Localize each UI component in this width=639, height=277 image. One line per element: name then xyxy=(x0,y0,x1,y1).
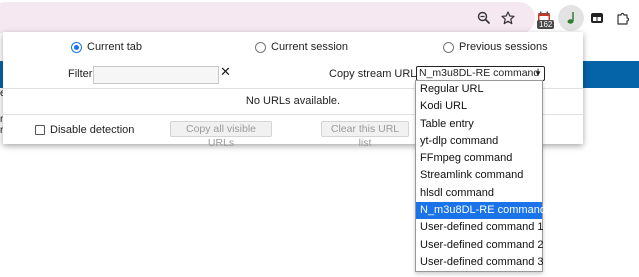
dropdown-option[interactable]: User-defined command 1 xyxy=(416,219,544,236)
address-bar[interactable] xyxy=(0,2,535,34)
dropdown-option[interactable]: yt-dlp command xyxy=(416,133,542,150)
radio-button[interactable] xyxy=(71,41,82,53)
disable-detection-checkbox[interactable] xyxy=(35,125,45,135)
radio-current-session[interactable]: Current session xyxy=(255,41,348,53)
bookmark-star-icon[interactable] xyxy=(498,8,518,28)
radio-current-tab[interactable]: Current tab xyxy=(71,41,142,53)
radio-label: Current tab xyxy=(87,41,143,53)
extensions-puzzle-icon[interactable] xyxy=(613,8,633,28)
radio-previous-sessions[interactable]: Previous sessions xyxy=(443,41,548,53)
dropdown-option[interactable]: hlsdl command xyxy=(416,185,542,202)
dropdown-option[interactable]: Streamlink command xyxy=(416,167,542,184)
dropdown-option[interactable]: User-defined command 2 xyxy=(416,237,544,254)
disable-detection-toggle[interactable]: Disable detection xyxy=(35,124,134,136)
radio-label: Current session xyxy=(271,41,349,53)
dropdown-option[interactable]: Kodi URL xyxy=(416,98,542,115)
dropdown-option-selected[interactable]: N_m3u8DL-RE command xyxy=(416,202,546,220)
dropdown-option[interactable]: Regular URL xyxy=(416,81,542,98)
copy-all-urls-button[interactable]: Copy all visible URLs xyxy=(170,121,272,149)
radio-label: Previous sessions xyxy=(459,41,548,53)
radio-button[interactable] xyxy=(443,41,454,53)
filter-input[interactable] xyxy=(93,66,219,84)
copy-format-dropdown: Regular URL Kodi URL Table entry yt-dlp … xyxy=(415,80,546,272)
extension-badge: 162 xyxy=(537,20,555,29)
disable-detection-label: Disable detection xyxy=(50,124,135,136)
dropdown-option[interactable]: FFmpeg command xyxy=(416,150,542,167)
zoom-icon[interactable] xyxy=(474,8,494,28)
copy-format-select[interactable]: N_m3u8DL-RE command ▼ xyxy=(416,66,545,81)
browser-toolbar: 162 xyxy=(0,0,639,36)
chevron-down-icon: ▼ xyxy=(534,69,542,78)
reader-extension-icon[interactable] xyxy=(587,8,607,28)
copy-format-selected: N_m3u8DL-RE command xyxy=(419,67,540,79)
clear-filter-icon[interactable]: ✕ xyxy=(220,65,231,79)
dropdown-option[interactable]: User-defined command 3 xyxy=(416,254,544,271)
filter-label: Filter xyxy=(68,68,93,80)
music-note-icon[interactable] xyxy=(561,8,581,28)
dropdown-option[interactable]: Table entry xyxy=(416,116,542,133)
radio-button[interactable] xyxy=(255,41,266,53)
clear-url-list-button[interactable]: Clear this URL list xyxy=(321,121,409,149)
